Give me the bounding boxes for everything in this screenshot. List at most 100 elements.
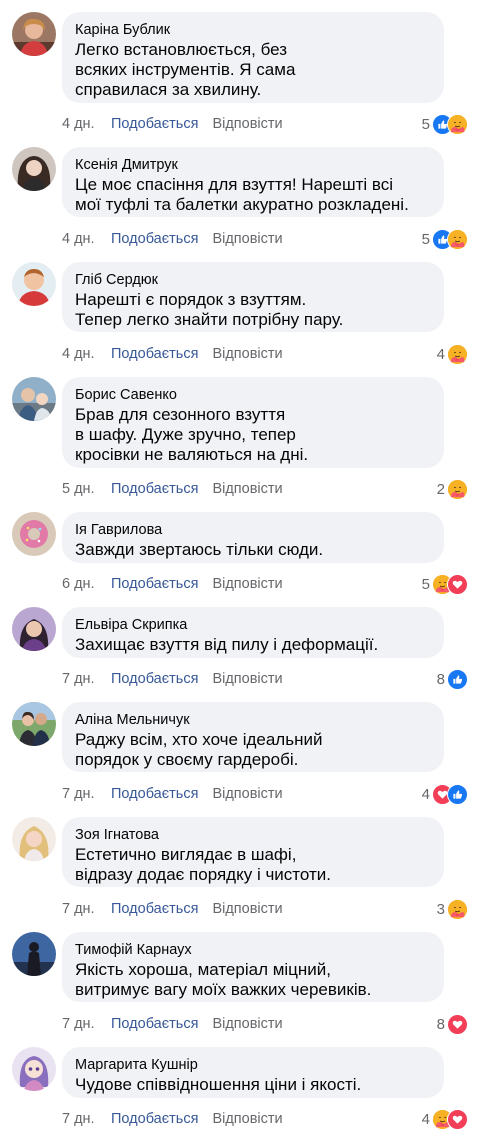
comment-bubble: Аліна Мельничук Раджу всім, хто хоче ідеа… bbox=[62, 702, 444, 772]
reaction-count: 8 bbox=[436, 1015, 445, 1033]
comment-bubble: Каріна Бублик Легко встановлюється, без в… bbox=[62, 12, 444, 103]
like-button[interactable]: Подобається bbox=[111, 669, 198, 689]
reaction-count: 5 bbox=[421, 230, 430, 248]
comment-actions: 7 дн. Подобається Відповісти bbox=[62, 669, 283, 689]
comment-timestamp[interactable]: 7 дн. bbox=[62, 669, 111, 689]
reply-button[interactable]: Відповісти bbox=[212, 1111, 282, 1127]
reply-button[interactable]: Відповісти bbox=[212, 901, 282, 917]
comment-timestamp[interactable]: 4 дн. bbox=[62, 229, 111, 249]
comment-actions: 7 дн. Подобається Відповісти bbox=[62, 1109, 283, 1129]
comment-timestamp[interactable]: 7 дн. bbox=[62, 784, 111, 804]
comment-author[interactable]: Ельвіра Скрипка bbox=[75, 615, 432, 635]
care-icon bbox=[447, 228, 468, 250]
reply-button[interactable]: Відповісти bbox=[212, 576, 282, 592]
reaction-count: 8 bbox=[436, 670, 445, 688]
reply-button[interactable]: Відповісти bbox=[212, 346, 282, 362]
comment-timestamp[interactable]: 7 дн. bbox=[62, 1109, 111, 1129]
love-icon bbox=[447, 573, 468, 595]
comment-text: Брав для сезонного взуття в шафу. Дуже з… bbox=[75, 405, 309, 464]
reply-button[interactable]: Відповісти bbox=[212, 1016, 282, 1032]
reaction-count: 4 bbox=[421, 785, 430, 803]
reply-button[interactable]: Відповісти bbox=[212, 481, 282, 497]
comment-text: Естетично виглядає в шафі, відразу додає… bbox=[75, 845, 331, 884]
comment-author[interactable]: Гліб Сердюк bbox=[75, 270, 432, 290]
reaction-summary[interactable]: 5 bbox=[421, 113, 468, 135]
avatar[interactable] bbox=[12, 1047, 56, 1091]
reaction-summary[interactable]: 8 bbox=[436, 668, 468, 690]
comment-bubble: Ія Гаврилова Завжди звертаюсь тільки сюди… bbox=[62, 512, 444, 563]
reply-button[interactable]: Відповісти bbox=[212, 116, 282, 132]
reaction-count: 4 bbox=[421, 1110, 430, 1128]
like-button[interactable]: Подобається bbox=[111, 784, 198, 804]
avatar[interactable] bbox=[12, 147, 56, 191]
comment-author[interactable]: Зоя Ігнатова bbox=[75, 825, 432, 845]
comment-text: Завжди звертаюсь тільки сюди. bbox=[75, 540, 324, 559]
comment-timestamp[interactable]: 6 дн. bbox=[62, 574, 111, 594]
comment-bubble: Ельвіра Скрипка Захищає взуття від пилу і… bbox=[62, 607, 444, 658]
comment-actions: 7 дн. Подобається Відповісти bbox=[62, 899, 283, 919]
reaction-count: 5 bbox=[421, 115, 430, 133]
like-button[interactable]: Подобається bbox=[111, 114, 198, 134]
comment-author[interactable]: Маргарита Кушнір bbox=[75, 1055, 432, 1075]
like-button[interactable]: Подобається bbox=[111, 479, 198, 499]
comment-text: Чудове співвідношення ціни і якості. bbox=[75, 1075, 362, 1094]
like-button[interactable]: Подобається bbox=[111, 1014, 198, 1034]
like-button[interactable]: Подобається bbox=[111, 899, 198, 919]
reaction-summary[interactable]: 3 bbox=[436, 898, 468, 920]
comment-actions: 7 дн. Подобається Відповісти bbox=[62, 1014, 283, 1034]
reaction-count: 3 bbox=[436, 900, 445, 918]
like-button[interactable]: Подобається bbox=[111, 574, 198, 594]
comment-author[interactable]: Тимофій Карнаух bbox=[75, 940, 432, 960]
avatar[interactable] bbox=[12, 262, 56, 306]
comment-actions: 4 дн. Подобається Відповісти bbox=[62, 114, 283, 134]
reaction-count: 5 bbox=[421, 575, 430, 593]
comment-bubble: Ксенія Дмитрук Це моє спасіння для взуття… bbox=[62, 147, 444, 217]
avatar[interactable] bbox=[12, 512, 56, 556]
comment-bubble: Тимофій Карнаух Якість хороша, матеріал м… bbox=[62, 932, 444, 1002]
comment-text: Захищає взуття від пилу і деформації. bbox=[75, 635, 379, 654]
comment-text: Легко встановлюється, без всяких інструм… bbox=[75, 40, 296, 99]
comment-bubble: Гліб Сердюк Нарешті є порядок з взуттям. … bbox=[62, 262, 444, 332]
care-icon bbox=[447, 343, 468, 365]
comment-author[interactable]: Каріна Бублик bbox=[75, 20, 432, 40]
avatar[interactable] bbox=[12, 702, 56, 746]
avatar[interactable] bbox=[12, 12, 56, 56]
comment-text: Нарешті є порядок з взуттям. Тепер легко… bbox=[75, 290, 344, 329]
avatar[interactable] bbox=[12, 817, 56, 861]
comment-author[interactable]: Ксенія Дмитрук bbox=[75, 155, 432, 175]
like-icon bbox=[447, 668, 468, 690]
care-icon bbox=[447, 113, 468, 135]
reply-button[interactable]: Відповісти bbox=[212, 671, 282, 687]
reaction-summary[interactable]: 2 bbox=[437, 478, 468, 500]
like-button[interactable]: Подобається bbox=[111, 1109, 198, 1129]
comment-bubble: Маргарита Кушнір Чудове співвідношення ці… bbox=[62, 1047, 444, 1098]
avatar[interactable] bbox=[12, 607, 56, 651]
comment-author[interactable]: Борис Савенко bbox=[75, 385, 432, 405]
like-button[interactable]: Подобається bbox=[111, 229, 198, 249]
care-icon bbox=[447, 898, 468, 920]
comment-actions: 6 дн. Подобається Відповісти bbox=[62, 574, 283, 594]
reaction-summary[interactable]: 4 bbox=[421, 783, 468, 805]
avatar[interactable] bbox=[12, 377, 56, 421]
reply-button[interactable]: Відповісти bbox=[212, 231, 282, 247]
reaction-summary[interactable]: 5 bbox=[421, 228, 468, 250]
reaction-summary[interactable]: 4 bbox=[421, 1108, 468, 1130]
reaction-summary[interactable]: 5 bbox=[421, 573, 468, 595]
comment-bubble: Зоя Ігнатова Естетично виглядає в шафі, в… bbox=[62, 817, 444, 887]
comment-actions: 5 дн. Подобається Відповісти bbox=[62, 479, 283, 499]
comment-timestamp[interactable]: 4 дн. bbox=[62, 114, 111, 134]
comment-author[interactable]: Ія Гаврилова bbox=[75, 520, 432, 540]
comment-text: Раджу всім, хто хоче ідеальний порядок у… bbox=[75, 730, 323, 769]
comment-text: Якість хороша, матеріал міцний, витримує… bbox=[75, 960, 372, 999]
reaction-summary[interactable]: 8 bbox=[436, 1013, 468, 1035]
comment-timestamp[interactable]: 7 дн. bbox=[62, 1014, 111, 1034]
comment-text: Це моє спасіння для взуття! Нарешті всі … bbox=[75, 175, 409, 214]
reply-button[interactable]: Відповісти bbox=[212, 786, 282, 802]
reaction-summary[interactable]: 4 bbox=[437, 343, 468, 365]
comment-author[interactable]: Аліна Мельничук bbox=[75, 710, 432, 730]
comment-timestamp[interactable]: 4 дн. bbox=[62, 344, 111, 364]
avatar[interactable] bbox=[12, 932, 56, 976]
comment-timestamp[interactable]: 5 дн. bbox=[62, 479, 111, 499]
comment-timestamp[interactable]: 7 дн. bbox=[62, 899, 111, 919]
like-button[interactable]: Подобається bbox=[111, 344, 198, 364]
